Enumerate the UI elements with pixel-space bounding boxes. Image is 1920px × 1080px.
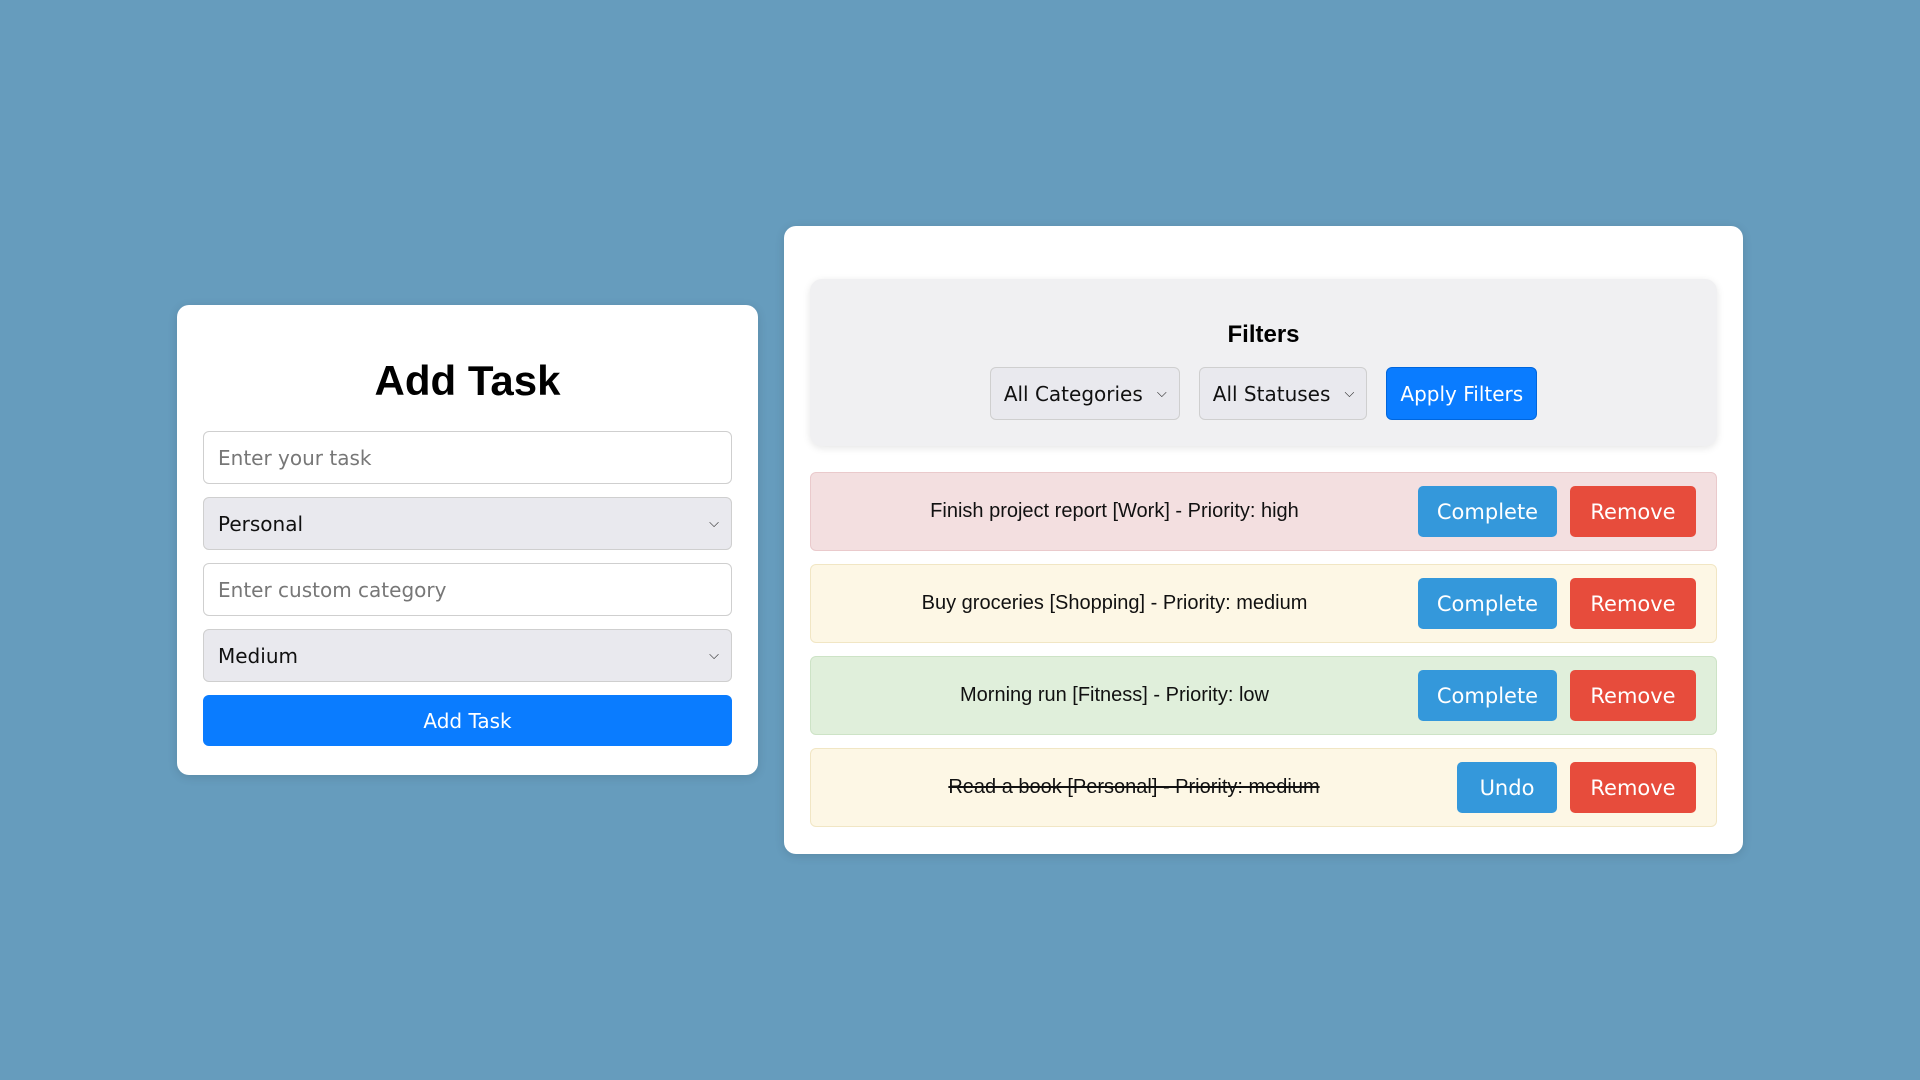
chevron-down-icon: ⌵ xyxy=(1156,385,1167,401)
category-filter-select[interactable]: All Categories ⌵ xyxy=(989,367,1180,420)
add-task-button[interactable]: Add Task xyxy=(203,695,732,746)
task-text: Morning run [Fitness] - Priority: low xyxy=(960,684,1269,706)
task-text: Buy groceries [Shopping] - Priority: med… xyxy=(921,592,1308,614)
apply-filters-button[interactable]: Apply Filters xyxy=(1386,367,1538,420)
task-row: Finish project report [Work] - Priority:… xyxy=(810,472,1717,551)
category-select[interactable]: Personal ⌵ xyxy=(203,497,732,550)
add-task-panel: Add Task Personal ⌵ Medium ⌵ Add Task xyxy=(177,305,758,775)
chevron-down-icon: ⌵ xyxy=(1344,385,1355,401)
priority-select[interactable]: Medium ⌵ xyxy=(203,629,732,682)
complete-button[interactable]: Complete xyxy=(1418,486,1557,537)
custom-category-input[interactable] xyxy=(203,563,732,616)
filters-title: Filters xyxy=(1227,321,1300,348)
remove-button[interactable]: Remove xyxy=(1570,578,1696,629)
task-input[interactable] xyxy=(203,431,732,484)
chevron-down-icon: ⌵ xyxy=(709,647,719,663)
task-text: Finish project report [Work] - Priority:… xyxy=(930,500,1299,522)
filters-row: All Categories ⌵ All Statuses ⌵ Apply Fi… xyxy=(810,367,1717,420)
remove-button[interactable]: Remove xyxy=(1570,762,1696,813)
task-row: Morning run [Fitness] - Priority: low Co… xyxy=(810,656,1717,735)
filters-section: Filters All Categories ⌵ All Statuses ⌵ … xyxy=(810,279,1717,446)
task-row: Read a book [Personal] - Priority: mediu… xyxy=(810,748,1717,827)
task-list-panel: Filters All Categories ⌵ All Statuses ⌵ … xyxy=(784,226,1743,854)
complete-button[interactable]: Complete xyxy=(1418,670,1557,721)
complete-button[interactable]: Complete xyxy=(1418,578,1557,629)
priority-select-value: Medium xyxy=(218,643,298,668)
status-filter-value: All Statuses xyxy=(1212,381,1331,406)
task-text: Read a book [Personal] - Priority: mediu… xyxy=(948,776,1320,798)
chevron-down-icon: ⌵ xyxy=(709,515,719,531)
category-select-value: Personal xyxy=(218,511,304,536)
task-row: Buy groceries [Shopping] - Priority: med… xyxy=(810,564,1717,643)
remove-button[interactable]: Remove xyxy=(1570,670,1696,721)
remove-button[interactable]: Remove xyxy=(1570,486,1696,537)
undo-button[interactable]: Undo xyxy=(1457,762,1557,813)
add-task-title: Add Task xyxy=(374,357,561,404)
category-filter-value: All Categories xyxy=(1003,381,1143,406)
status-filter-select[interactable]: All Statuses ⌵ xyxy=(1198,367,1368,420)
